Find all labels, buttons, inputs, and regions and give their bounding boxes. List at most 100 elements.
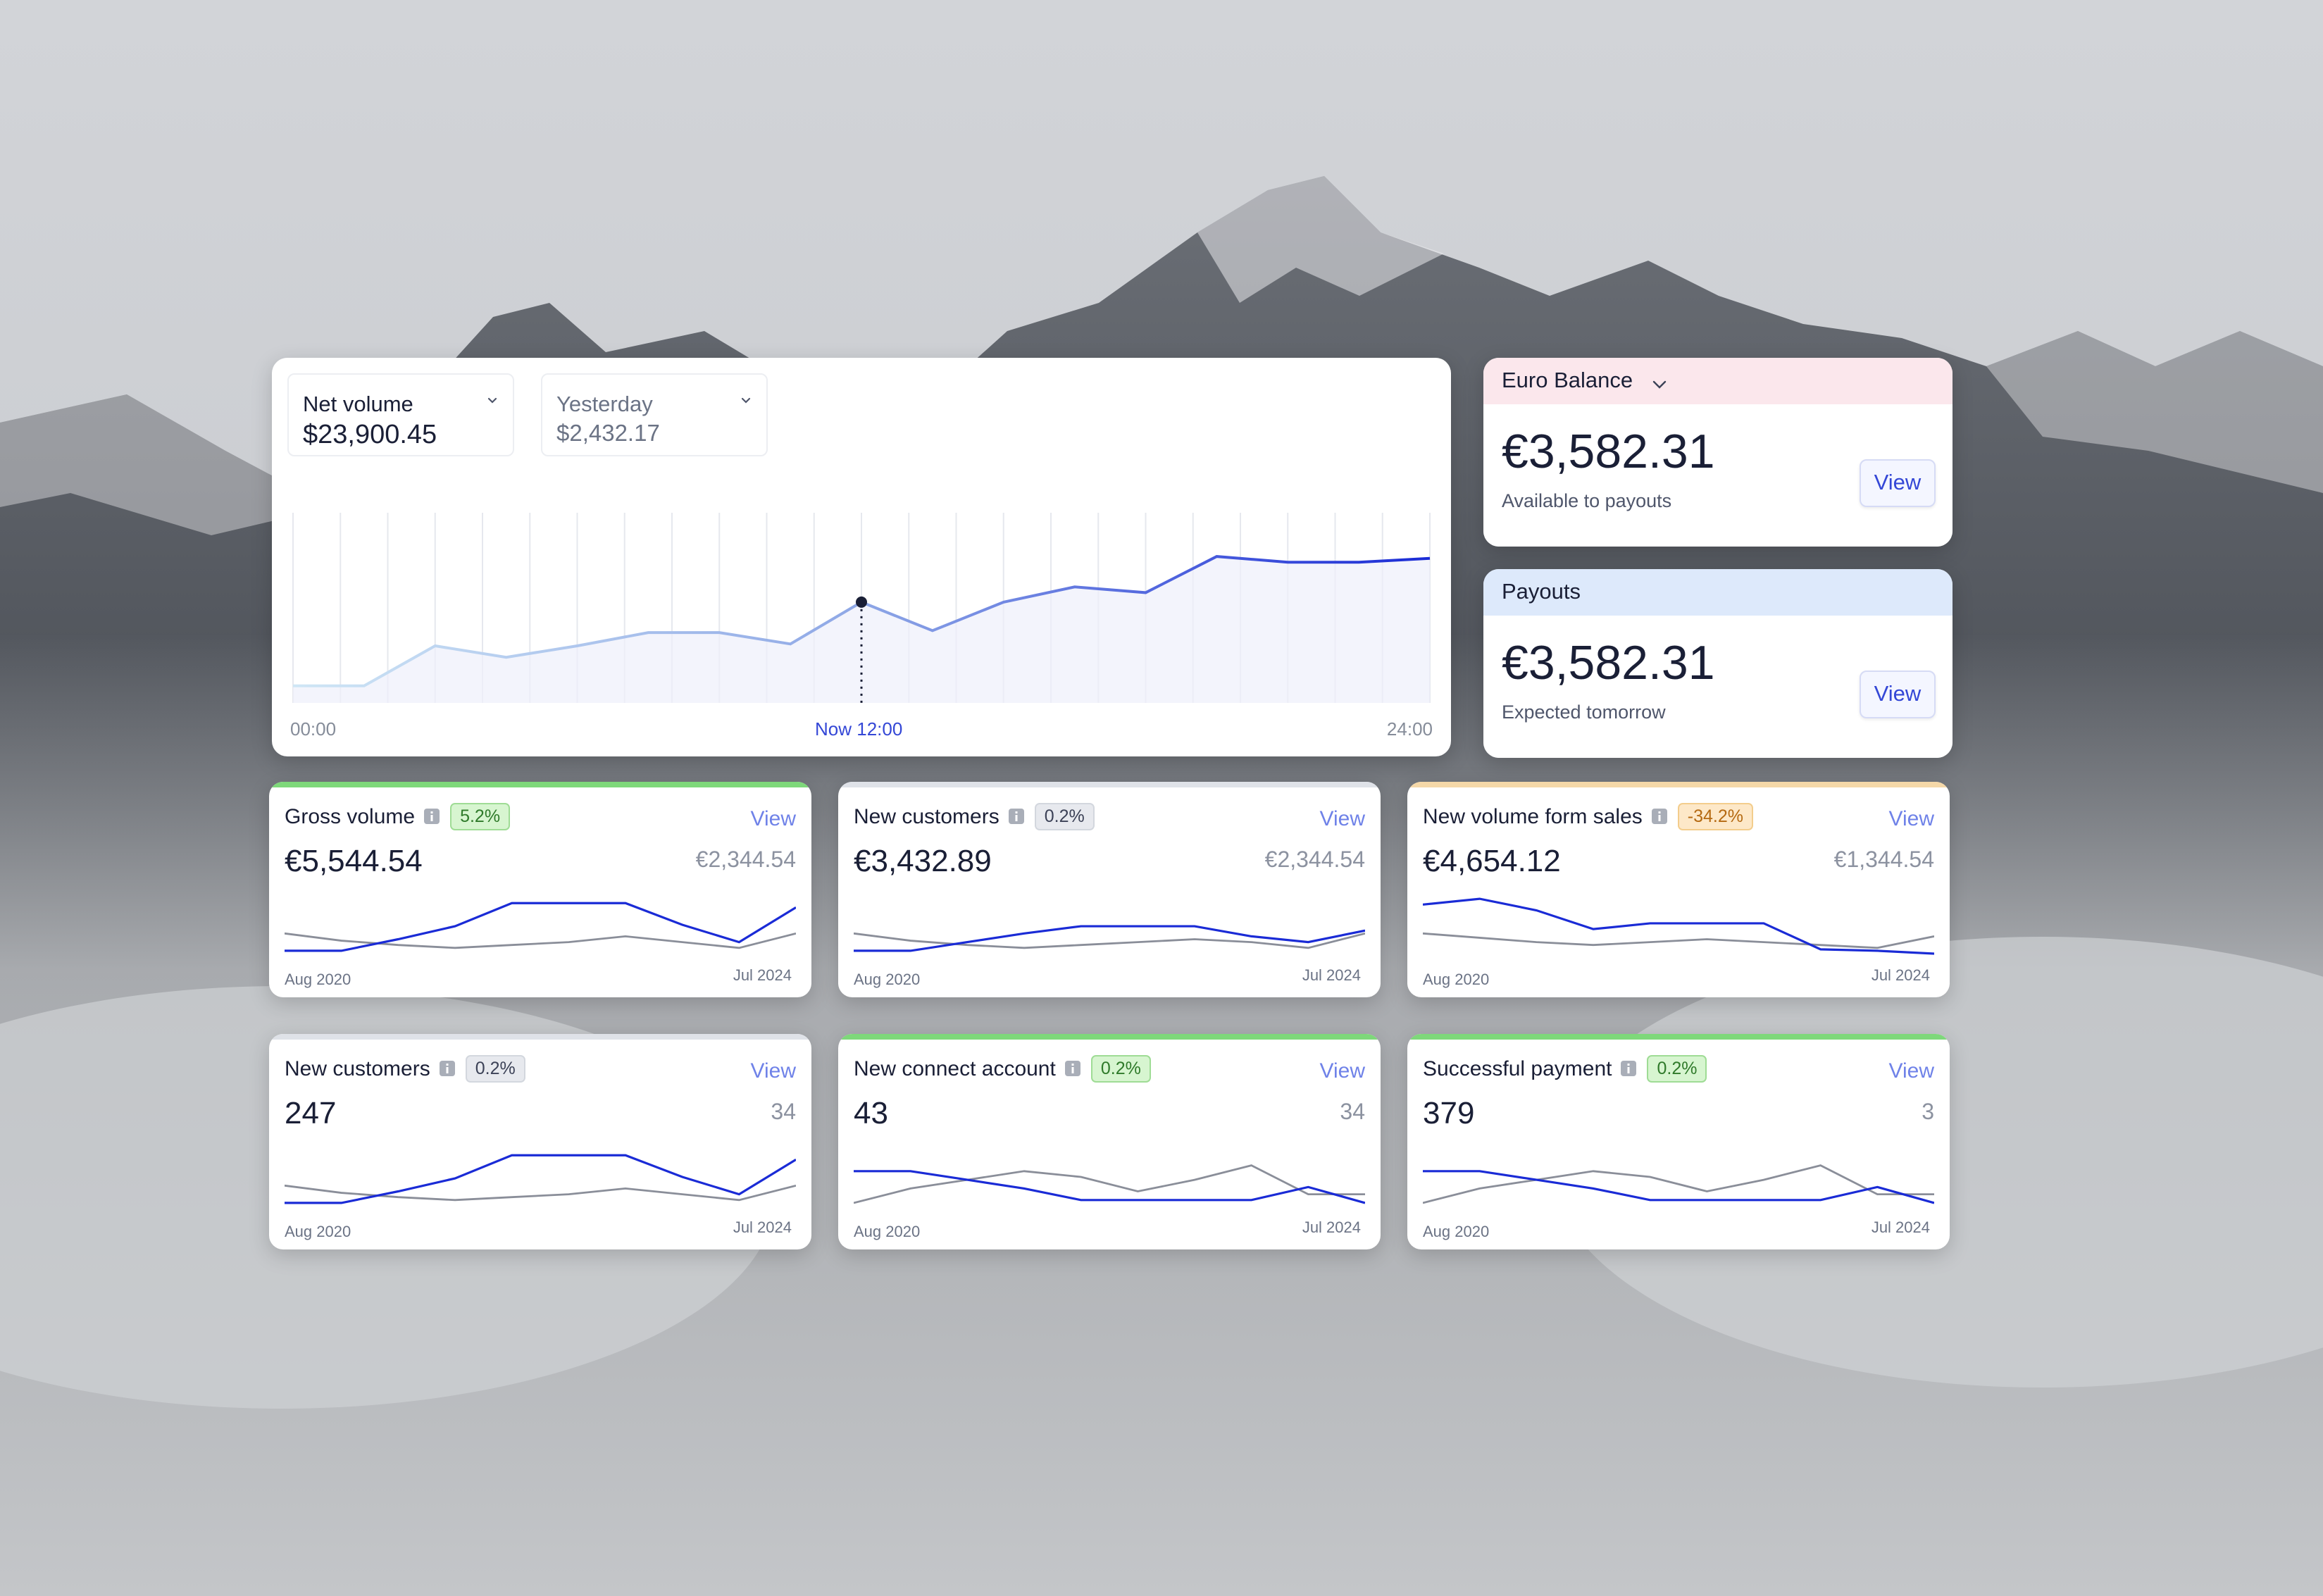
metric-title-row: New connect account 0.2%	[854, 1055, 1151, 1083]
metric-start-label: Aug 2020	[285, 971, 351, 988]
x-axis-start-label: 00:00	[290, 718, 337, 740]
metric-value: €4,654.12	[1423, 844, 1561, 878]
info-icon[interactable]	[1651, 808, 1668, 825]
compare-selector-value: $2,432.17	[556, 420, 660, 446]
metric-start-label: Aug 2020	[1423, 971, 1490, 988]
info-icon[interactable]	[423, 808, 440, 825]
metric-view-link[interactable]: View	[1320, 807, 1365, 831]
metric-value: 43	[854, 1096, 888, 1130]
metric-sparkline	[1423, 897, 1934, 955]
metric-sparkline	[854, 925, 1365, 952]
metric-end-label: Jul 2024	[1302, 966, 1361, 984]
now-marker-point[interactable]	[856, 596, 867, 608]
x-axis-end-label: 24:00	[1386, 718, 1433, 740]
metric-title: New customers	[285, 1057, 430, 1080]
metric-title-row: New customers 0.2%	[854, 803, 1095, 830]
metric-title-row: New customers 0.2%	[285, 1055, 525, 1083]
metric-card: New customers 0.2% View €3,432.89 €2,344.…	[838, 782, 1381, 997]
info-icon[interactable]	[439, 1060, 456, 1077]
euro-balance-view-button[interactable]: View	[1860, 459, 1936, 507]
payouts-caption: Expected tomorrow	[1502, 702, 1666, 723]
metric-end-label: Jul 2024	[1871, 1218, 1930, 1236]
metric-end-label: Jul 2024	[733, 966, 792, 984]
euro-balance-body: €3,582.31 Available to payouts View	[1483, 404, 1953, 547]
metric-change-badge: -34.2%	[1677, 803, 1753, 830]
metric-title-row: Successful payment 0.2%	[1423, 1055, 1707, 1083]
metric-card: Gross volume 5.2% View €5,544.54 €2,344.5…	[269, 782, 811, 997]
info-icon[interactable]	[1008, 808, 1025, 825]
metric-change-badge: 5.2%	[450, 803, 511, 830]
sparkline-primary-series	[1423, 897, 1934, 955]
metric-sparkline	[854, 1164, 1365, 1204]
euro-balance-header[interactable]: Euro Balance	[1483, 358, 1953, 404]
metric-sparkline	[1423, 1164, 1934, 1204]
sparkline-primary-series	[854, 1170, 1365, 1204]
metric-card-accent-bar	[838, 782, 1381, 787]
metric-card-accent-bar	[838, 1034, 1381, 1040]
x-axis-now-label: Now 12:00	[815, 718, 903, 740]
metric-view-link[interactable]: View	[1889, 1059, 1934, 1083]
metric-view-link[interactable]: View	[1889, 807, 1934, 831]
metric-value: €5,544.54	[285, 844, 423, 878]
metric-change-badge: 0.2%	[465, 1055, 525, 1083]
metric-title: Gross volume	[285, 805, 416, 828]
metric-title: New customers	[854, 805, 999, 828]
metric-start-label: Aug 2020	[854, 971, 921, 988]
sparkline-secondary-series	[1423, 1164, 1934, 1204]
metric-compare-value: 3	[1922, 1099, 1934, 1124]
info-icon[interactable]	[1620, 1060, 1637, 1077]
metric-title: New connect account	[854, 1057, 1056, 1080]
metric-compare-value: €1,344.54	[1833, 847, 1934, 872]
metric-selector-value: $23,900.45	[303, 420, 437, 449]
metric-view-link[interactable]: View	[751, 807, 796, 831]
metric-end-label: Jul 2024	[1302, 1218, 1361, 1236]
sparkline-primary-series	[854, 925, 1365, 952]
metric-card: New volume form sales -34.2% View €4,654.…	[1407, 782, 1950, 997]
metric-compare-value: 34	[771, 1099, 796, 1124]
metric-title-row: Gross volume 5.2%	[285, 803, 511, 830]
compare-selector[interactable]: Yesterday $2,432.17	[541, 373, 768, 456]
euro-balance-amount: €3,582.31	[1502, 425, 1715, 478]
payouts-card: Payouts €3,582.31 Expected tomorrow View	[1483, 569, 1953, 758]
metric-value: 247	[285, 1096, 337, 1130]
metric-value: 379	[1423, 1096, 1475, 1130]
metric-compare-value: €2,344.54	[1264, 847, 1365, 872]
metric-start-label: Aug 2020	[1423, 1223, 1490, 1240]
net-volume-chart-card: Net volume $23,900.45 Yesterday $2,432.1…	[272, 358, 1451, 756]
chevron-down-icon	[741, 397, 751, 404]
metric-change-badge: 0.2%	[1090, 1055, 1151, 1083]
chevron-down-icon[interactable]	[1650, 375, 1669, 394]
metric-end-label: Jul 2024	[733, 1218, 792, 1236]
metric-title: Successful payment	[1423, 1057, 1612, 1080]
metric-title: New volume form sales	[1423, 805, 1643, 828]
metric-card: New customers 0.2% View 247 34 Aug 2020 J…	[269, 1034, 811, 1249]
sparkline-secondary-series	[1423, 932, 1934, 949]
metric-card: New connect account 0.2% View 43 34 Aug 2…	[838, 1034, 1381, 1249]
metric-card-accent-bar	[269, 1034, 811, 1040]
metric-card: Successful payment 0.2% View 379 3 Aug 20…	[1407, 1034, 1950, 1249]
metric-value: €3,432.89	[854, 844, 992, 878]
metric-start-label: Aug 2020	[285, 1223, 351, 1240]
metric-selector[interactable]: Net volume $23,900.45	[287, 373, 514, 456]
metric-end-label: Jul 2024	[1871, 966, 1930, 984]
metric-title-row: New volume form sales -34.2%	[1423, 803, 1753, 830]
metric-compare-value: €2,344.54	[695, 847, 796, 872]
metric-change-badge: 0.2%	[1647, 1055, 1707, 1083]
metric-view-link[interactable]: View	[1320, 1059, 1365, 1083]
euro-balance-title: Euro Balance	[1502, 368, 1633, 392]
metric-card-accent-bar	[269, 782, 811, 787]
metric-sparkline	[285, 1154, 796, 1204]
metric-compare-value: 34	[1340, 1099, 1365, 1124]
payouts-view-button[interactable]: View	[1860, 671, 1936, 718]
compare-selector-label: Yesterday	[556, 392, 653, 416]
metric-change-badge: 0.2%	[1034, 803, 1095, 830]
euro-balance-caption: Available to payouts	[1502, 490, 1672, 511]
payouts-body: €3,582.31 Expected tomorrow View	[1483, 616, 1953, 758]
chevron-down-icon	[487, 397, 497, 404]
sparkline-primary-series	[1423, 1170, 1934, 1204]
metric-sparkline	[285, 902, 796, 952]
metric-card-accent-bar	[1407, 782, 1950, 787]
info-icon[interactable]	[1064, 1060, 1081, 1077]
payouts-title: Payouts	[1502, 579, 1581, 604]
metric-view-link[interactable]: View	[751, 1059, 796, 1083]
